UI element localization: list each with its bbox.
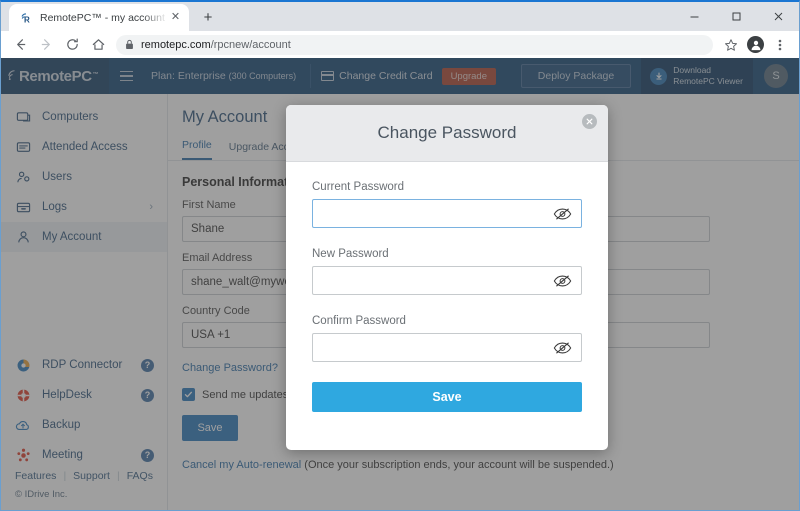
browser-tab[interactable]: R RemotePC™ - my account inform ✕ (9, 4, 189, 31)
eye-slash-icon[interactable] (553, 341, 572, 355)
url-text: remotepc.com/rpcnew/account (141, 38, 291, 51)
browser-profile-avatar[interactable] (747, 36, 764, 53)
forward-icon[interactable] (33, 33, 59, 57)
close-icon[interactable]: ✕ (168, 10, 183, 25)
eye-slash-icon[interactable] (553, 274, 572, 288)
reload-icon[interactable] (59, 33, 85, 57)
close-icon[interactable] (757, 2, 799, 31)
new-password-input[interactable] (321, 267, 553, 294)
new-tab-button[interactable]: + (195, 4, 221, 30)
current-password-group: Current Password (312, 181, 582, 228)
browser-window: R RemotePC™ - my account inform ✕ + (0, 0, 800, 511)
star-icon[interactable] (718, 33, 744, 57)
browser-tab-title: RemotePC™ - my account inform (40, 11, 168, 24)
confirm-password-input-wrap[interactable] (312, 333, 582, 362)
confirm-password-input[interactable] (321, 334, 553, 361)
new-password-input-wrap[interactable] (312, 266, 582, 295)
remotepc-favicon-icon: R (18, 10, 33, 25)
change-password-dialog: Change Password Current Password New Pas… (286, 105, 608, 450)
browser-tab-strip: R RemotePC™ - my account inform ✕ + (1, 2, 799, 31)
eye-slash-icon[interactable] (553, 207, 572, 221)
new-password-group: New Password (312, 248, 582, 295)
dialog-header: Change Password (286, 105, 608, 162)
back-icon[interactable] (7, 33, 33, 57)
three-dot-menu-icon[interactable] (767, 33, 793, 57)
current-password-label: Current Password (312, 181, 405, 193)
window-controls (673, 2, 799, 31)
svg-text:R: R (24, 15, 30, 24)
toolbar-right-actions (718, 33, 793, 57)
current-password-input-wrap[interactable] (312, 199, 582, 228)
browser-toolbar: remotepc.com/rpcnew/account (1, 31, 799, 58)
page-viewport: RemotePC™ Plan: Enterprise (300 Computer… (1, 58, 799, 510)
current-password-input[interactable] (321, 200, 553, 227)
close-icon[interactable] (582, 114, 597, 129)
dialog-title: Change Password (377, 123, 517, 142)
new-password-label: New Password (312, 248, 389, 260)
lock-icon (125, 39, 134, 50)
home-icon[interactable] (85, 33, 111, 57)
minimize-icon[interactable] (673, 2, 715, 31)
address-bar[interactable]: remotepc.com/rpcnew/account (116, 34, 713, 55)
confirm-password-group: Confirm Password (312, 315, 582, 362)
dialog-body: Current Password New Password Confirm Pa… (286, 162, 608, 412)
maximize-icon[interactable] (715, 2, 757, 31)
confirm-password-label: Confirm Password (312, 315, 406, 327)
dialog-save-button[interactable]: Save (312, 382, 582, 412)
